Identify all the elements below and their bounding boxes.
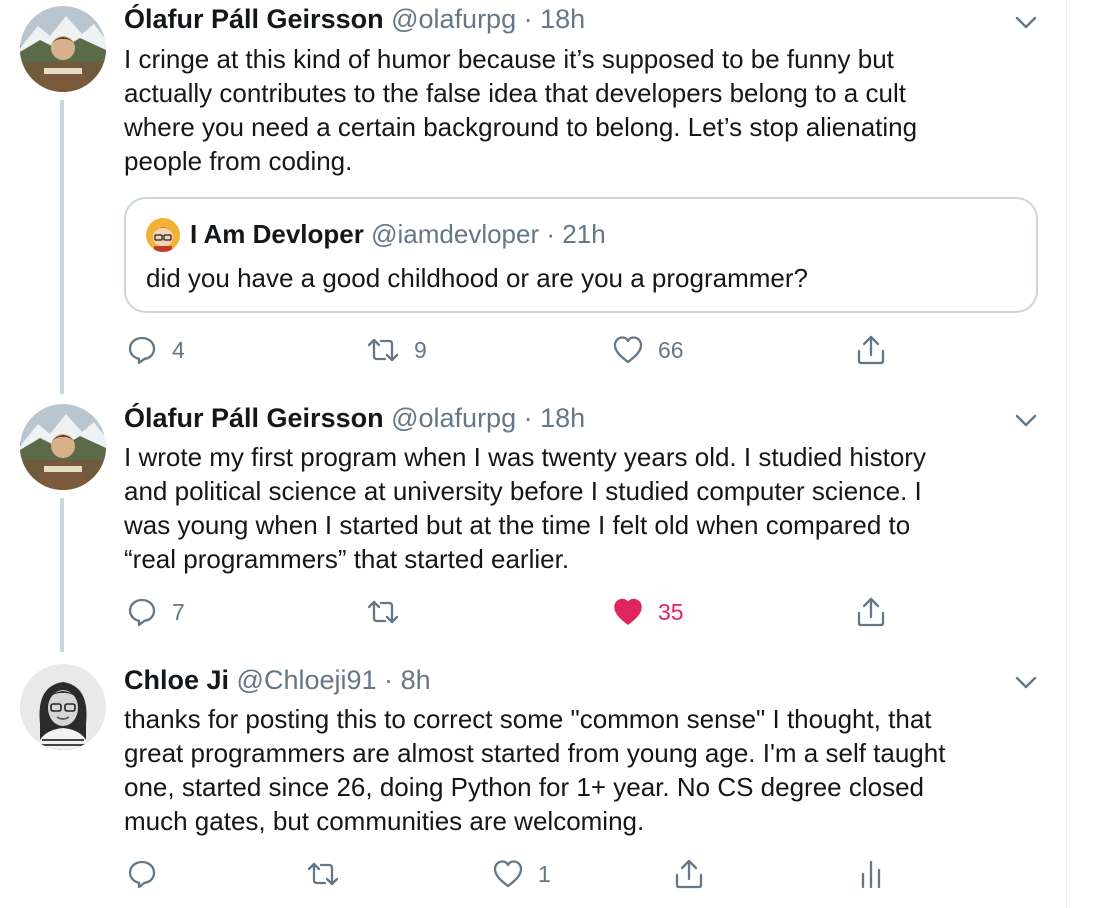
heart-filled-icon bbox=[614, 598, 642, 625]
chevron-down-icon bbox=[1015, 414, 1037, 427]
timeline-border bbox=[1066, 0, 1067, 908]
avatar[interactable] bbox=[20, 404, 106, 490]
author-name[interactable]: Ólafur Páll Geirsson bbox=[124, 4, 384, 34]
reply-icon bbox=[128, 598, 156, 627]
like-button[interactable]: 1 bbox=[492, 854, 551, 894]
separator: · bbox=[384, 665, 394, 695]
tweet-header: Chloe Ji @Chloeji91 · 8h bbox=[124, 663, 431, 697]
author-handle[interactable]: @olafurpg bbox=[391, 4, 516, 34]
quoted-avatar bbox=[146, 218, 180, 252]
separator: · bbox=[523, 4, 533, 34]
chevron-down-icon bbox=[1015, 676, 1037, 689]
author-handle[interactable]: @Chloeji91 bbox=[237, 665, 377, 695]
reply-button[interactable]: 4 bbox=[126, 330, 185, 370]
timestamp[interactable]: 18h bbox=[540, 403, 585, 433]
reply-button[interactable] bbox=[126, 854, 172, 894]
timestamp[interactable]: 18h bbox=[540, 4, 585, 34]
tweet-text: I cringe at this kind of humor because i… bbox=[124, 44, 918, 176]
like-count: 35 bbox=[658, 598, 684, 625]
analytics-button[interactable] bbox=[858, 854, 884, 894]
share-button[interactable] bbox=[674, 854, 704, 894]
share-icon bbox=[675, 859, 703, 889]
quoted-timestamp: 21h bbox=[562, 219, 606, 249]
heart-icon bbox=[493, 860, 523, 888]
author-name[interactable]: Chloe Ji bbox=[124, 665, 229, 695]
retweet-icon bbox=[367, 338, 399, 362]
tweet-menu-button[interactable] bbox=[1012, 672, 1040, 692]
retweet-icon bbox=[367, 600, 399, 624]
quoted-header: I Am Devloper @iamdevloper · 21h bbox=[190, 217, 606, 251]
thread-line bbox=[60, 498, 64, 652]
reply-count: 4 bbox=[172, 336, 185, 363]
quoted-author-handle: @iamdevloper bbox=[371, 219, 540, 249]
quoted-tweet[interactable]: I Am Devloper @iamdevloper · 21h did you… bbox=[124, 197, 1038, 313]
tweet[interactable]: Ólafur Páll Geirsson @olafurpg · 18h I c… bbox=[0, 0, 1066, 398]
retweet-button[interactable] bbox=[306, 854, 354, 894]
quoted-author-name: I Am Devloper bbox=[190, 219, 364, 249]
analytics-icon bbox=[861, 860, 881, 889]
like-button[interactable]: 35 bbox=[612, 592, 684, 632]
timestamp[interactable]: 8h bbox=[401, 665, 431, 695]
retweet-icon bbox=[307, 862, 339, 886]
share-button[interactable] bbox=[856, 330, 886, 370]
retweet-count: 9 bbox=[414, 336, 427, 363]
retweet-button[interactable] bbox=[366, 592, 414, 632]
reply-icon bbox=[128, 336, 156, 365]
chevron-down-icon bbox=[1015, 16, 1037, 29]
tweet[interactable]: Chloe Ji @Chloeji91 · 8h thanks for post… bbox=[0, 660, 1066, 908]
tweet-header: Ólafur Páll Geirsson @olafurpg · 18h bbox=[124, 401, 585, 435]
like-count: 66 bbox=[658, 336, 684, 363]
share-button[interactable] bbox=[856, 592, 886, 632]
author-handle[interactable]: @olafurpg bbox=[391, 403, 516, 433]
heart-icon bbox=[613, 336, 643, 364]
tweet-text: thanks for posting this to correct some … bbox=[124, 704, 946, 836]
like-count: 1 bbox=[538, 860, 551, 887]
retweet-button[interactable]: 9 bbox=[366, 330, 427, 370]
share-icon bbox=[857, 597, 885, 627]
thread-line bbox=[60, 100, 64, 394]
tweet-text: I wrote my first program when I was twen… bbox=[124, 442, 926, 574]
separator: · bbox=[523, 403, 533, 433]
avatar[interactable] bbox=[20, 6, 106, 92]
reply-count: 7 bbox=[172, 598, 185, 625]
avatar[interactable] bbox=[20, 664, 106, 750]
reply-icon bbox=[128, 860, 156, 889]
separator: · bbox=[546, 219, 556, 249]
tweet-menu-button[interactable] bbox=[1012, 410, 1040, 430]
quoted-text: did you have a good childhood or are you… bbox=[146, 263, 808, 293]
tweet[interactable]: Ólafur Páll Geirsson @olafurpg · 18h I w… bbox=[0, 398, 1066, 652]
tweet-header: Ólafur Páll Geirsson @olafurpg · 18h bbox=[124, 2, 585, 36]
author-name[interactable]: Ólafur Páll Geirsson bbox=[124, 403, 384, 433]
like-button[interactable]: 66 bbox=[612, 330, 684, 370]
tweet-menu-button[interactable] bbox=[1012, 12, 1040, 32]
reply-button[interactable]: 7 bbox=[126, 592, 185, 632]
share-icon bbox=[857, 335, 885, 365]
